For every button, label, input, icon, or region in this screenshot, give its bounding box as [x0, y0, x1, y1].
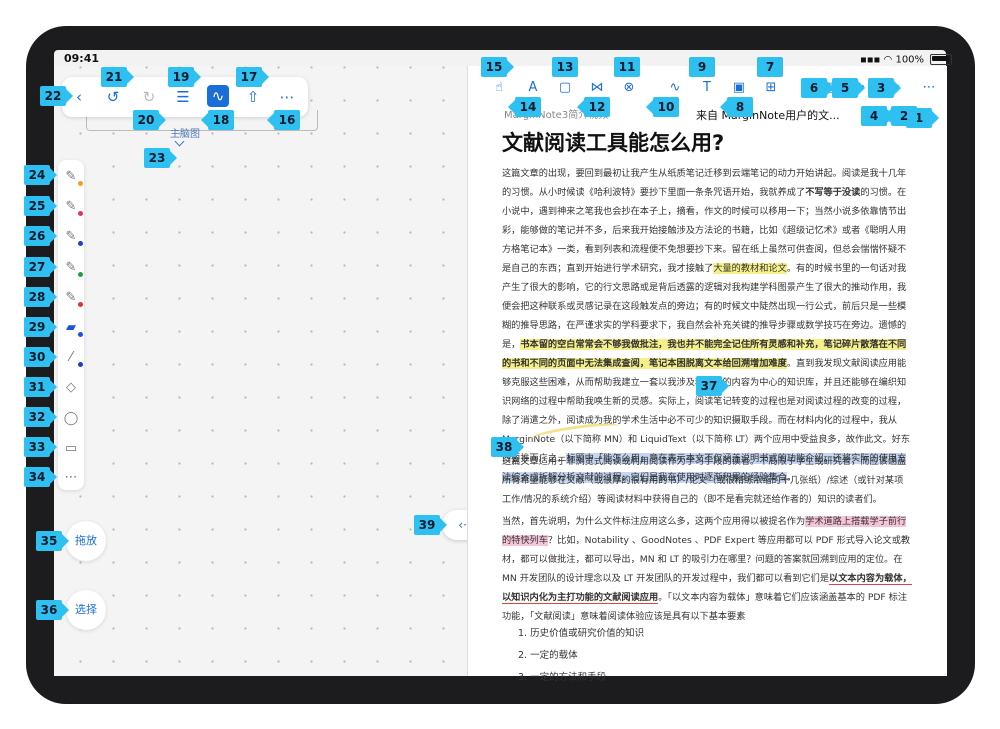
callout-30: 30 [24, 347, 57, 367]
pen-1-icon[interactable]: ✎ [62, 168, 83, 186]
callout-22: 22 [40, 86, 73, 106]
battery-icon [930, 54, 953, 65]
status-indicators: ▪▪▪ ◠ 100% [860, 54, 953, 66]
callout-14: 14 [508, 97, 541, 117]
callout-31: 31 [24, 377, 57, 397]
callout-11: 11 [614, 57, 640, 77]
pen-mode-icon[interactable]: ∿ [207, 85, 229, 107]
tab-article[interactable]: 来自 MarginNote用户的文... [676, 106, 840, 126]
callout-25: 25 [24, 196, 57, 216]
callout-28: 28 [24, 287, 57, 307]
callout-12: 12 [577, 97, 610, 117]
callout-38: 38 [491, 437, 524, 457]
callout-7: 7 [757, 57, 783, 77]
callout-16: 16 [267, 110, 300, 130]
mindmap-canvas[interactable] [54, 66, 467, 676]
doc-more-icon[interactable]: ⋯ [920, 79, 938, 97]
highlighter-icon[interactable]: ▰ [62, 319, 83, 337]
callout-8: 8 [720, 97, 753, 117]
share-icon[interactable]: ⇧ [242, 86, 264, 108]
callout-18: 18 [201, 110, 234, 130]
ruler-icon[interactable]: ▭ [62, 440, 80, 458]
paragraph-2[interactable]: 这篇文章适用于非浏览式阅读或利用阅读作为学习手段的读者。不局限于学生或研究者，而… [502, 452, 912, 509]
list-item: 3. 一定的方法和手段 [518, 672, 607, 683]
pen-4-icon[interactable]: ✎ [62, 259, 83, 277]
more-icon[interactable]: ⋯ [276, 86, 298, 108]
lasso-select-icon[interactable]: ⋈ [588, 79, 606, 97]
signal-icon: ▪▪▪ [860, 54, 881, 66]
list-item: 1. 历史价值或研究价值的知识 [518, 628, 645, 639]
image-icon[interactable]: ▣ [730, 79, 748, 97]
callout-35: 35 [36, 531, 69, 551]
battery-percent: 100% [895, 54, 925, 66]
pen-panel: ✎ ✎ ✎ ✎ ✎ ▰ ⁄ ◇ ◯ ▭ ⋯ [58, 160, 84, 490]
callout-37: 37 [696, 376, 729, 396]
eraser-select-icon[interactable]: ⊗ [620, 79, 638, 97]
pen-5-icon[interactable]: ✎ [62, 289, 83, 307]
callout-17: 17 [236, 67, 269, 87]
hand-icon[interactable]: ☝ [490, 79, 508, 97]
callout-33: 33 [24, 437, 57, 457]
more-pens-icon[interactable]: ⋯ [62, 469, 80, 487]
select-button[interactable]: 选择 [66, 590, 106, 630]
callout-13: 13 [552, 57, 578, 77]
text-highlight-icon[interactable]: A [524, 79, 542, 97]
page-title: 文献阅读工具能怎么用? [502, 131, 725, 155]
callout-26: 26 [24, 226, 57, 246]
callout-32: 32 [24, 407, 57, 427]
callout-23: 23 [144, 148, 177, 168]
callout-3: 3 [868, 78, 901, 98]
callout-9: 9 [689, 57, 715, 77]
callout-27: 27 [24, 257, 57, 277]
rect-select-icon[interactable]: ▢ [556, 79, 574, 97]
callout-2: 2 [884, 106, 917, 126]
callout-29: 29 [24, 317, 57, 337]
callout-4: 4 [861, 106, 894, 126]
drag-button[interactable]: 拖放 [66, 521, 106, 561]
undo-icon[interactable]: ↺ [102, 86, 124, 108]
handwriting-icon[interactable]: ∿ [666, 79, 684, 97]
callout-20: 20 [133, 110, 166, 130]
callout-24: 24 [24, 165, 57, 185]
textbox-icon[interactable]: T [698, 79, 716, 97]
paragraph-3[interactable]: 当然，首先说明，为什么文件标注应用这么多，这两个应用得以被提名作为学术道路上搭载… [502, 512, 912, 626]
wifi-icon: ◠ [883, 54, 893, 66]
mindmap-title[interactable]: 主脑图 [170, 125, 200, 140]
redo-icon[interactable]: ↻ [138, 86, 160, 108]
callout-5: 5 [832, 78, 865, 98]
callout-39: 39 [414, 515, 447, 535]
lasso-icon[interactable]: ◯ [62, 410, 80, 428]
callout-34: 34 [24, 467, 57, 487]
status-time: 09:41 [64, 52, 100, 65]
callout-6: 6 [801, 78, 834, 98]
callout-21: 21 [101, 67, 134, 87]
eraser-icon[interactable]: ◇ [62, 379, 80, 397]
callout-15: 15 [481, 57, 514, 77]
outline-icon[interactable]: ☰ [172, 86, 194, 108]
ocr-icon[interactable]: ⊞ [762, 79, 780, 97]
callout-19: 19 [168, 67, 201, 87]
callout-10: 10 [646, 97, 679, 117]
pencil-icon[interactable]: ⁄ [62, 349, 83, 367]
pen-2-icon[interactable]: ✎ [62, 198, 83, 216]
list-item: 2. 一定的载体 [518, 650, 578, 661]
callout-36: 36 [36, 600, 69, 620]
pen-3-icon[interactable]: ✎ [62, 228, 83, 246]
